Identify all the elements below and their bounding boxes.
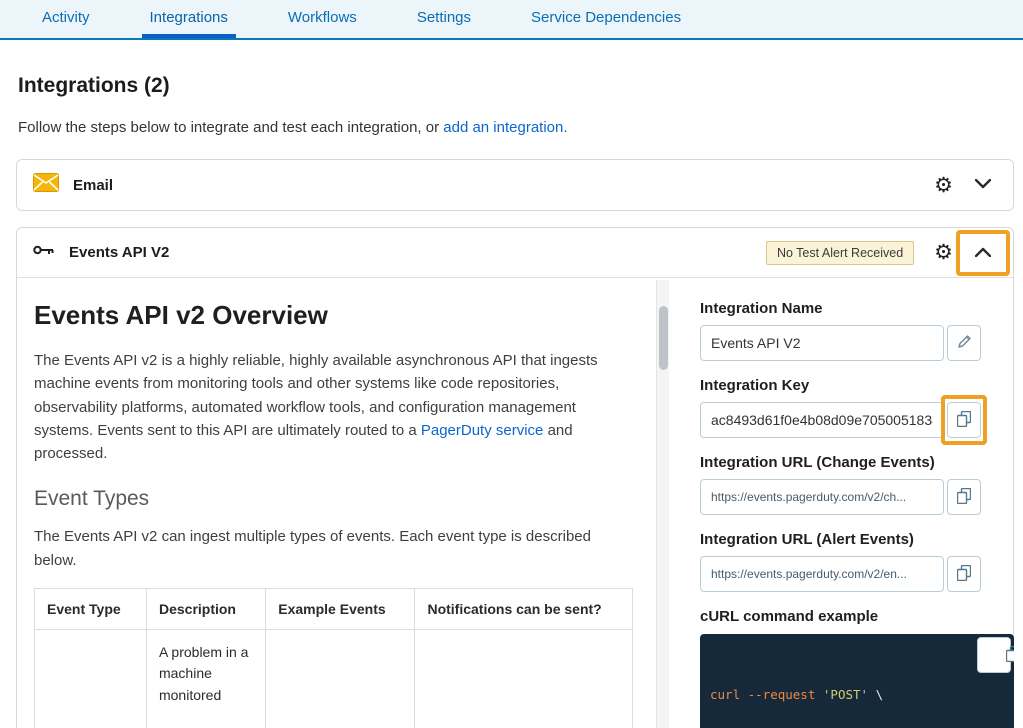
email-card-header[interactable]: Email ⚙ (17, 160, 1013, 210)
pagerduty-service-link[interactable]: PagerDuty service (421, 422, 544, 439)
code-string: 'POST' (823, 687, 868, 702)
email-icon (33, 173, 59, 197)
copy-icon (957, 488, 971, 507)
edit-integration-name-button[interactable] (947, 325, 981, 361)
events-api-key-icon (33, 243, 55, 262)
doc-title: Events API v2 Overview (34, 300, 633, 331)
events-card-title: Events API V2 (69, 244, 169, 261)
cell-example-events (266, 629, 415, 728)
url-change-events-label: Integration URL (Change Events) (700, 454, 1014, 472)
tab-workflows[interactable]: Workflows (280, 0, 365, 38)
code-line: curl --request 'POST' \ (710, 684, 1004, 705)
integration-key-label: Integration Key (700, 377, 1014, 395)
url-alert-events-label: Integration URL (Alert Events) (700, 531, 1014, 549)
tab-service-dependencies[interactable]: Service Dependencies (523, 0, 689, 38)
code-tail: \ (868, 687, 883, 702)
tab-activity[interactable]: Activity (34, 0, 98, 38)
service-page: Activity Integrations Workflows Settings… (0, 0, 1023, 728)
pencil-icon (957, 334, 972, 352)
email-settings-gear-icon[interactable]: ⚙ (932, 175, 955, 196)
cell-description: A problem in a machine monitored (146, 629, 265, 728)
curl-code-block: curl --request 'POST' \ --url 'https://e… (700, 634, 1014, 728)
code-flag: curl --request (710, 687, 823, 702)
copy-integration-key-button[interactable] (947, 402, 981, 438)
email-integration-card: Email ⚙ (16, 159, 1014, 211)
integration-name-row (700, 325, 1014, 361)
service-tab-bar: Activity Integrations Workflows Settings… (0, 0, 1023, 40)
copy-icon (968, 634, 1014, 680)
event-types-table: Event Type Description Example Events No… (34, 588, 633, 728)
url-change-events-row (700, 479, 1014, 515)
tab-settings[interactable]: Settings (409, 0, 479, 38)
events-collapse-button[interactable] (969, 239, 997, 267)
page-subtitle: Follow the steps below to integrate and … (18, 119, 568, 136)
chevron-down-icon (975, 176, 991, 194)
table-header-row: Event Type Description Example Events No… (35, 588, 633, 629)
curl-example-label: cURL command example (700, 608, 1014, 626)
doc-scrollbar[interactable] (656, 280, 669, 728)
copy-curl-button[interactable] (977, 637, 1011, 673)
integration-key-input[interactable] (700, 402, 944, 438)
subtitle-text: Follow the steps below to integrate and … (18, 119, 443, 136)
events-settings-gear-icon[interactable]: ⚙ (932, 242, 955, 263)
col-description: Description (146, 588, 265, 629)
cell-notifications (415, 629, 633, 728)
events-api-doc-pane: Events API v2 Overview The Events API v2… (17, 280, 669, 728)
url-alert-events-input[interactable] (700, 556, 944, 592)
test-alert-status-badge: No Test Alert Received (766, 241, 914, 265)
doc-section-text: The Events API v2 can ingest multiple ty… (34, 525, 622, 572)
integration-name-label: Integration Name (700, 300, 1014, 318)
events-card-header[interactable]: Events API V2 No Test Alert Received ⚙ (17, 228, 1013, 278)
url-alert-events-row (700, 556, 1014, 592)
copy-icon (957, 565, 971, 584)
col-notifications: Notifications can be sent? (415, 588, 633, 629)
integration-key-row (700, 402, 1014, 438)
chevron-up-icon (975, 244, 991, 262)
copy-icon (957, 411, 971, 430)
doc-scrollbar-thumb[interactable] (659, 306, 668, 370)
url-change-events-input[interactable] (700, 479, 944, 515)
cell-event-type (35, 629, 147, 728)
email-card-title: Email (73, 177, 113, 194)
copy-url-change-button[interactable] (947, 479, 981, 515)
tab-integrations[interactable]: Integrations (142, 0, 236, 38)
page-title: Integrations (2) (18, 74, 170, 98)
doc-section-title: Event Types (34, 487, 633, 511)
table-row: A problem in a machine monitored (35, 629, 633, 728)
copy-url-alert-button[interactable] (947, 556, 981, 592)
integration-name-input[interactable] (700, 325, 944, 361)
add-integration-link[interactable]: add an integration. (443, 119, 567, 136)
integration-details-sidebar: Integration Name Integration Key (700, 280, 1014, 728)
doc-intro-paragraph: The Events API v2 is a highly reliable, … (34, 349, 622, 465)
col-event-type: Event Type (35, 588, 147, 629)
col-example-events: Example Events (266, 588, 415, 629)
email-expand-button[interactable] (969, 171, 997, 199)
